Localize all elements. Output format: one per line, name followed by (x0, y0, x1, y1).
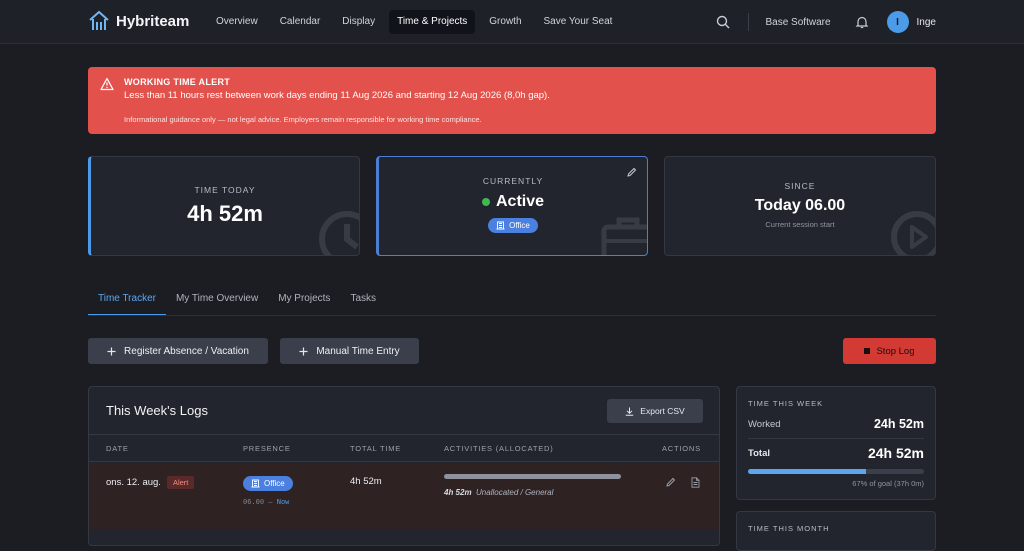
time-this-month-panel: TIME THIS MONTH (736, 511, 936, 551)
col-date: DATE (106, 444, 129, 453)
since-card: SINCE Today 06.00 Current session start (664, 156, 936, 256)
tab-my-projects[interactable]: My Projects (268, 286, 340, 316)
total-label: Total (748, 447, 770, 459)
brand-name: Hybriteam (116, 12, 190, 30)
nav-divider (748, 13, 750, 31)
presence-time: 06.00 – Now (243, 498, 293, 506)
alert-tag: Alert (166, 476, 195, 489)
building-icon (496, 221, 505, 230)
register-absence-button[interactable]: Register Absence / Vacation (88, 338, 268, 364)
brand-logo[interactable]: Hybriteam (88, 10, 189, 32)
goal-progress (748, 469, 924, 474)
location-text: Office (509, 221, 530, 230)
col-total-time: TOTAL TIME (350, 444, 402, 453)
activity-label: Unallocated / General (476, 488, 554, 497)
logs-title: This Week's Logs (106, 403, 208, 418)
tab-my-time-overview[interactable]: My Time Overview (166, 286, 268, 316)
edit-icon[interactable] (665, 477, 676, 488)
status-active: Active (379, 193, 647, 211)
plus-icon (299, 347, 308, 355)
row-total: 4h 52m (350, 476, 382, 487)
register-absence-label: Register Absence / Vacation (124, 345, 249, 357)
row-date-text: ons. 12. aug. (106, 477, 161, 488)
manual-time-entry-button[interactable]: Manual Time Entry (280, 338, 419, 364)
document-icon[interactable] (690, 477, 701, 488)
table-row[interactable]: ons. 12. aug. Alert Office 06.00 – Now 4h… (89, 463, 719, 529)
total-row: Total 24h 52m (748, 445, 924, 461)
bell-icon[interactable] (855, 15, 869, 29)
week-logs-panel: This Week's Logs Export CSV DATE PRESENC… (88, 386, 720, 546)
nav-overview[interactable]: Overview (208, 10, 266, 34)
play-circle-icon (891, 211, 935, 255)
stop-log-label: Stop Log (876, 345, 915, 357)
sub-tabs: Time Tracker My Time Overview My Project… (88, 286, 386, 316)
presence-badge: Office (243, 476, 293, 491)
activity-text: 4h 52m Unallocated / General (444, 488, 621, 497)
alert-message: Less than 11 hours rest between work day… (124, 90, 550, 101)
export-csv-label: Export CSV (640, 406, 685, 416)
worked-label: Worked (748, 418, 781, 430)
worked-row: Worked 24h 52m (748, 417, 924, 431)
goal-text: 67% of goal (37h 0m) (852, 479, 924, 488)
week-divider (748, 438, 924, 439)
building-icon (251, 479, 260, 488)
status-dot (481, 197, 490, 206)
working-time-alert: WORKING TIME ALERT Less than 11 hours re… (88, 67, 936, 134)
stop-log-button[interactable]: Stop Log (843, 338, 936, 364)
status-text: Active (495, 193, 545, 210)
top-nav: Hybriteam Overview Calendar Display Time… (0, 0, 1024, 44)
clock-icon (319, 211, 359, 255)
nav-calendar[interactable]: Calendar (272, 10, 329, 34)
alert-title: WORKING TIME ALERT (124, 77, 231, 87)
week-label: TIME THIS WEEK (748, 399, 824, 408)
company-switcher[interactable]: Base Software (765, 17, 830, 28)
user-name[interactable]: Inge (917, 17, 936, 28)
currently-label: CURRENTLY (482, 176, 544, 186)
table-header: DATE PRESENCE TOTAL TIME ACTIVITIES (ALL… (89, 434, 719, 462)
time-today-card: TIME TODAY 4h 52m (88, 156, 360, 256)
tabs-divider (88, 315, 936, 316)
nav-display[interactable]: Display (334, 10, 383, 34)
hybriteam-logo-icon (89, 10, 109, 30)
col-presence: PRESENCE (243, 444, 291, 453)
total-value: 24h 52m (867, 445, 924, 461)
goal-progress-fill (748, 469, 866, 474)
manual-time-entry-label: Manual Time Entry (316, 345, 400, 357)
plus-icon (107, 347, 116, 355)
row-actions (665, 477, 701, 488)
row-activities: 4h 52m Unallocated / General (444, 474, 621, 497)
col-actions: ACTIONS (662, 444, 701, 453)
nav-time-projects[interactable]: Time & Projects (389, 10, 476, 34)
nav-growth[interactable]: Growth (481, 10, 529, 34)
nav-save-your-seat[interactable]: Save Your Seat (536, 10, 621, 34)
row-date: ons. 12. aug. Alert (106, 476, 195, 489)
col-activities: ACTIVITIES (ALLOCATED) (444, 444, 554, 453)
warning-icon (100, 77, 114, 91)
search-icon[interactable] (716, 15, 730, 29)
tab-tasks[interactable]: Tasks (340, 286, 386, 316)
tab-time-tracker[interactable]: Time Tracker (88, 286, 166, 316)
avatar[interactable]: I (886, 11, 909, 33)
time-start: 06.00 – (243, 498, 273, 506)
worked-value: 24h 52m (873, 417, 924, 431)
export-csv-button[interactable]: Export CSV (607, 399, 703, 423)
activity-bar (444, 474, 621, 479)
month-label: TIME THIS MONTH (748, 524, 830, 533)
presence-text: Office (264, 479, 285, 488)
alert-note: Informational guidance only — not legal … (124, 115, 482, 124)
time-end: Now (276, 498, 290, 506)
since-label: SINCE (784, 181, 816, 191)
time-today-label: TIME TODAY (194, 185, 256, 195)
currently-card: CURRENTLY Active Office (376, 156, 648, 256)
download-icon (626, 407, 634, 416)
briefcase-icon (601, 217, 647, 255)
activity-duration: 4h 52m (444, 488, 472, 497)
location-badge[interactable]: Office (488, 218, 538, 233)
edit-status-icon[interactable] (626, 167, 637, 178)
time-this-week-panel: TIME THIS WEEK Worked 24h 52m Total 24h … (736, 386, 936, 500)
stop-icon (864, 348, 871, 354)
row-presence: Office 06.00 – Now (243, 475, 293, 506)
